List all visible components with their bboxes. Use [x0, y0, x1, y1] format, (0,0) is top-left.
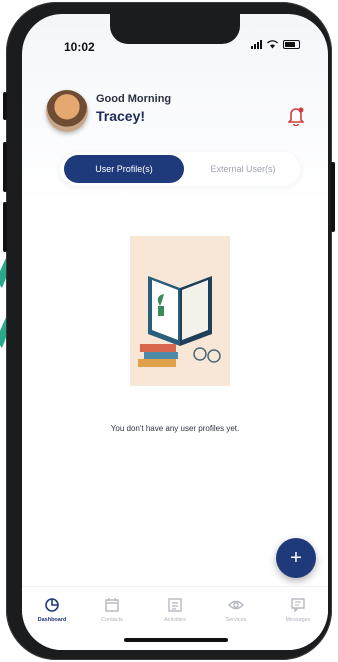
phone-frame: 10:02 Good Morning Tracey! User Profile(…	[3, 2, 335, 660]
tab-label: Services	[225, 617, 247, 623]
wifi-icon	[267, 40, 278, 49]
tab-activities[interactable]: Activities	[145, 597, 205, 623]
notification-bell-icon[interactable]	[288, 106, 304, 126]
notch	[110, 14, 240, 44]
empty-state-illustration	[130, 236, 230, 386]
tab-label: Messages	[285, 617, 311, 623]
greeting-text: Good Morning	[96, 93, 172, 105]
mute-switch	[3, 92, 7, 120]
tab-label: Activities	[164, 617, 186, 623]
battery-icon	[283, 40, 300, 49]
chat-icon	[291, 598, 305, 613]
add-profile-button[interactable]: +	[276, 538, 316, 578]
tab-messages[interactable]: Messages	[268, 597, 328, 623]
profile-segment-control: User Profile(s) External User(s)	[60, 152, 300, 186]
status-time: 10:02	[64, 40, 95, 54]
signal-icon	[251, 40, 262, 49]
tab-dashboard[interactable]: Dashboard	[22, 597, 82, 623]
user-name: Tracey!	[96, 108, 146, 124]
avatar[interactable]	[46, 90, 88, 132]
status-icons	[251, 40, 300, 49]
eye-icon	[228, 600, 244, 610]
power-button	[331, 162, 335, 232]
list-icon	[168, 598, 182, 612]
dashboard-icon	[45, 598, 59, 612]
app-screen: 10:02 Good Morning Tracey! User Profile(…	[22, 14, 328, 650]
home-indicator	[124, 638, 228, 642]
tab-label: Contacts	[101, 617, 123, 623]
tab-external-users[interactable]: External User(s)	[190, 155, 296, 183]
tab-label: Dashboard	[37, 617, 67, 623]
volume-down-button	[3, 202, 7, 252]
tab-user-profiles[interactable]: User Profile(s)	[64, 155, 184, 183]
volume-up-button	[3, 142, 7, 192]
calendar-icon	[105, 598, 119, 612]
tab-services[interactable]: Services	[206, 597, 266, 623]
empty-state-message: You don't have any user profiles yet.	[110, 424, 240, 433]
tab-contacts[interactable]: Contacts	[82, 597, 142, 623]
